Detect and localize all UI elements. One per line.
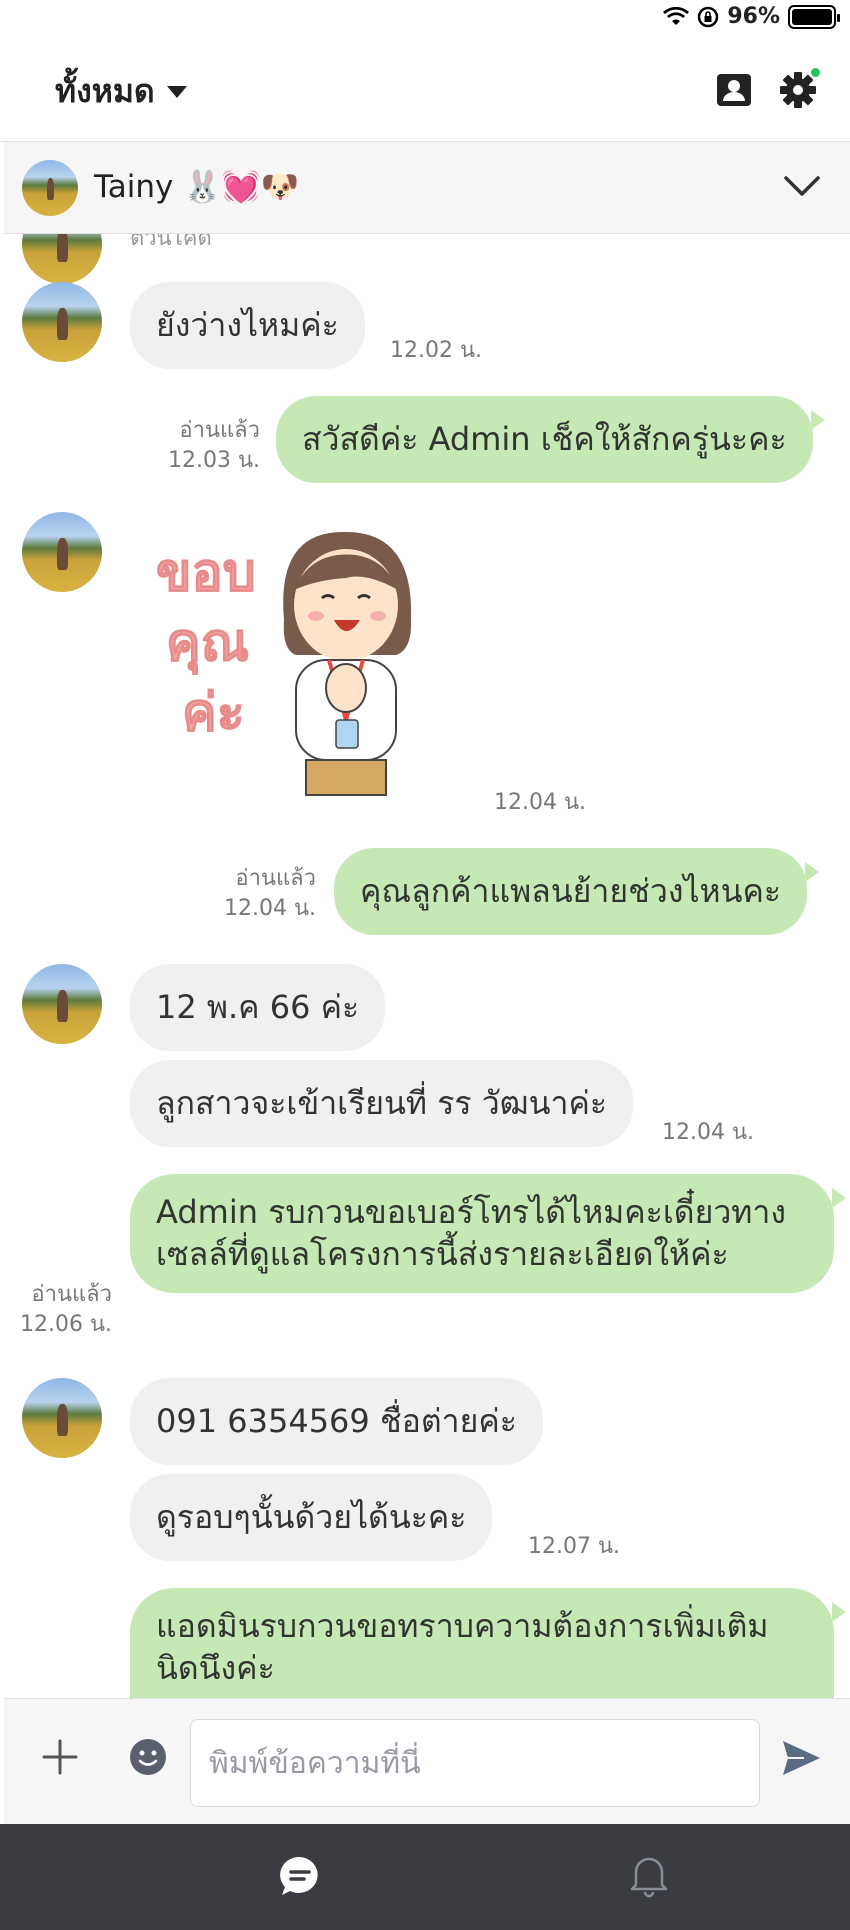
battery-icon bbox=[788, 4, 840, 29]
outgoing-message[interactable]: แอดมินรบกวนขอทราบความต้องการเพิ่มเติมนิด… bbox=[130, 1588, 846, 1698]
bottom-nav bbox=[0, 1824, 850, 1930]
message-text: 12 พ.ค 66 ค่ะ bbox=[156, 988, 360, 1026]
incoming-message[interactable]: ยังว่างไหมค่ะ bbox=[130, 282, 365, 369]
read-label: อ่านแล้ว bbox=[235, 866, 316, 891]
message-time: 12.03 น. bbox=[167, 447, 260, 473]
message-text: ยังว่างไหมค่ะ bbox=[156, 306, 339, 344]
read-receipt: อ่านแล้ว 12.03 น. bbox=[160, 416, 260, 475]
plus-icon[interactable] bbox=[40, 1737, 80, 1777]
message-text: สวัสดีค่ะ Admin เช็คให้สักครู่นะคะ bbox=[302, 420, 787, 458]
read-label: อ่านแล้ว bbox=[31, 1282, 112, 1307]
avatar bbox=[22, 964, 102, 1044]
message-time: 12.07 น. bbox=[528, 1534, 621, 1559]
message-text: ตัวนไคด bbox=[130, 234, 212, 251]
avatar bbox=[22, 1378, 102, 1458]
send-icon[interactable] bbox=[780, 1737, 822, 1779]
composer-bar bbox=[4, 1698, 850, 1824]
avatar bbox=[22, 282, 102, 362]
message-text: แอดมินรบกวนขอทราบความต้องการเพิ่มเติมนิด… bbox=[156, 1607, 769, 1687]
message-input[interactable] bbox=[190, 1719, 760, 1807]
sticker-word: ขอบ bbox=[156, 543, 256, 603]
chat-name: Tainy 🐰💓🐶 bbox=[94, 169, 300, 205]
settings-button[interactable] bbox=[778, 66, 822, 110]
message-text: คุณลูกค้าแพลนย้ายช่วงไหนคะ bbox=[360, 872, 782, 910]
message-text: ดูรอบๆนั้นด้วยได้นะคะ bbox=[156, 1498, 467, 1536]
emoji-icon[interactable] bbox=[128, 1737, 168, 1777]
sticker-word: คุณ bbox=[166, 613, 249, 675]
battery-percent: 96% bbox=[727, 4, 780, 29]
incoming-message[interactable]: 091 6354569 ชื่อต่ายค่ะ bbox=[130, 1378, 543, 1465]
chevron-down-icon[interactable] bbox=[782, 166, 822, 206]
thank-you-sticker[interactable]: ขอบ คุณ ค่ะ bbox=[146, 520, 466, 820]
message-text: 091 6354569 ชื่อต่ายค่ะ bbox=[156, 1402, 517, 1440]
bell-icon[interactable] bbox=[626, 1852, 672, 1898]
outgoing-message[interactable]: คุณลูกค้าแพลนย้ายช่วงไหนคะ bbox=[334, 848, 820, 935]
message-time: 12.04 น. bbox=[494, 790, 587, 815]
sticker-word: ค่ะ bbox=[182, 683, 245, 743]
top-header: ทั้งหมด bbox=[0, 42, 850, 142]
filter-label: ทั้งหมด bbox=[55, 72, 155, 110]
message-time: 12.02 น. bbox=[390, 338, 483, 363]
read-receipt: อ่านแล้ว 12.06 น. bbox=[4, 1280, 112, 1339]
contact-card-icon[interactable] bbox=[714, 70, 754, 110]
status-bar: 96% bbox=[0, 0, 850, 42]
avatar bbox=[22, 234, 102, 284]
outgoing-message[interactable]: สวัสดีค่ะ Admin เช็คให้สักครู่นะคะ bbox=[276, 396, 825, 483]
chat-bubble-icon[interactable] bbox=[278, 1854, 322, 1898]
caret-down-icon bbox=[166, 85, 187, 98]
message-text: Admin รบกวนขอเบอร์โทรได้ไหมคะเดี๋ยวทางเซ… bbox=[156, 1193, 786, 1273]
incoming-message[interactable]: ดูรอบๆนั้นด้วยได้นะคะ bbox=[130, 1474, 493, 1561]
rotation-lock-icon bbox=[698, 6, 719, 27]
wifi-icon bbox=[663, 6, 690, 25]
outgoing-message[interactable]: Admin รบกวนขอเบอร์โทรได้ไหมคะเดี๋ยวทางเซ… bbox=[130, 1174, 846, 1294]
incoming-message[interactable]: ลูกสาวจะเข้าเรียนที่ รร วัฒนาค่ะ bbox=[130, 1060, 634, 1147]
message-time: 12.04 น. bbox=[662, 1120, 755, 1145]
status-icons: 96% bbox=[663, 4, 840, 29]
message-time: 12.06 น. bbox=[19, 1311, 112, 1337]
notification-dot bbox=[809, 66, 822, 79]
avatar bbox=[22, 160, 78, 216]
message-time: 12.04 น. bbox=[223, 895, 316, 921]
chat-header[interactable]: Tainy 🐰💓🐶 bbox=[4, 142, 850, 234]
filter-dropdown[interactable]: ทั้งหมด bbox=[55, 66, 187, 117]
read-receipt: อ่านแล้ว 12.04 น. bbox=[204, 864, 316, 923]
message-list[interactable]: ตัวนไคด ยังว่างไหมค่ะ 12.02 น. อ่านแล้ว … bbox=[4, 234, 850, 1698]
read-label: อ่านแล้ว bbox=[179, 418, 260, 443]
message-text: ลูกสาวจะเข้าเรียนที่ รร วัฒนาค่ะ bbox=[156, 1084, 608, 1122]
avatar bbox=[22, 512, 102, 592]
incoming-message[interactable]: 12 พ.ค 66 ค่ะ bbox=[130, 964, 386, 1051]
